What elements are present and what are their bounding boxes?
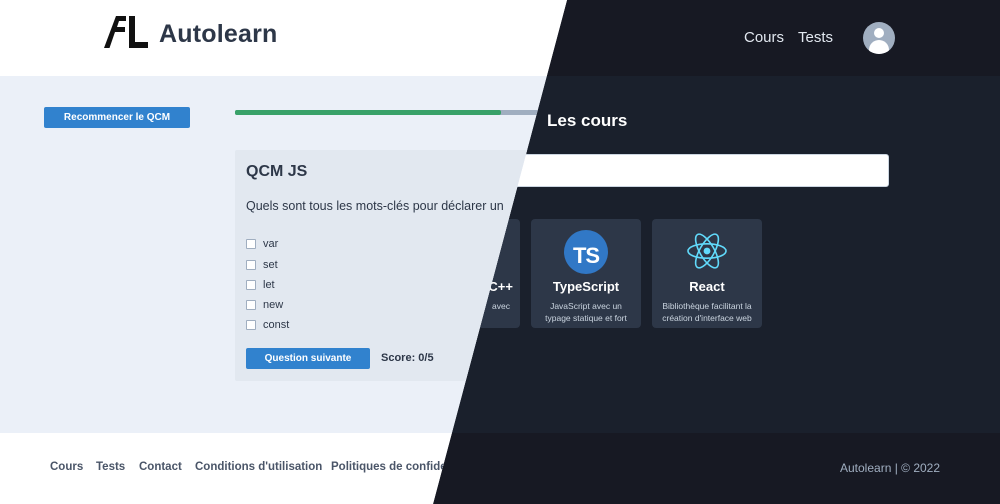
footer-link-cours[interactable]: Cours xyxy=(50,461,83,473)
checkbox[interactable] xyxy=(246,320,256,330)
user-icon-body xyxy=(869,40,889,54)
footer-link-tests[interactable]: Tests xyxy=(96,461,125,473)
typescript-logo-icon: TS xyxy=(564,230,608,274)
progress-fill xyxy=(235,110,501,115)
option-label: let xyxy=(263,279,275,291)
page-title: Les cours xyxy=(547,111,628,130)
brand-name[interactable]: Autolearn xyxy=(159,20,277,49)
option-let[interactable]: let xyxy=(246,278,275,292)
course-card-title: TypeScript xyxy=(552,279,620,294)
checkbox[interactable] xyxy=(246,300,256,310)
react-logo-icon xyxy=(686,231,728,276)
restart-qcm-button[interactable]: Recommencer le QCM xyxy=(44,107,190,128)
option-new[interactable]: new xyxy=(246,298,283,312)
checkbox[interactable] xyxy=(246,260,256,270)
footer-link-conditions[interactable]: Conditions d'utilisation xyxy=(195,461,322,473)
nav-tests-link[interactable]: Tests xyxy=(798,29,833,46)
option-label: set xyxy=(263,259,278,271)
course-card-desc: Bibliothèque facilitant la création d'in… xyxy=(662,301,752,323)
progress-bar xyxy=(235,110,555,115)
qcm-title: QCM JS xyxy=(246,163,308,180)
course-card-desc: JavaScript avec un typage statique et fo… xyxy=(545,301,627,323)
option-label: new xyxy=(263,299,284,311)
option-var[interactable]: var xyxy=(246,237,278,251)
question-text: Quels sont tous les mots-clés pour décla… xyxy=(246,199,504,213)
course-card-title: React xyxy=(689,279,725,294)
footer-link-contact[interactable]: Contact xyxy=(139,461,182,473)
checkbox[interactable] xyxy=(246,239,256,249)
course-card-typescript[interactable]: TS TypeScript JavaScript avec un typage … xyxy=(531,219,641,328)
next-question-button[interactable]: Question suivante xyxy=(246,348,370,369)
footer-copyright: Autolearn | © 2022 xyxy=(840,461,941,475)
checkbox[interactable] xyxy=(246,280,256,290)
course-card-react[interactable]: React Bibliothèque facilitant la créatio… xyxy=(652,219,762,328)
nav-cours-link[interactable]: Cours xyxy=(744,29,784,46)
autolearn-logo-icon xyxy=(104,16,148,48)
user-icon-head xyxy=(874,28,884,38)
option-label: const xyxy=(263,319,290,331)
option-const[interactable]: const xyxy=(246,318,289,332)
score-text: Score: 0/5 xyxy=(381,352,434,364)
option-label: var xyxy=(263,238,279,250)
option-set[interactable]: set xyxy=(246,258,278,272)
user-avatar[interactable] xyxy=(863,22,895,54)
